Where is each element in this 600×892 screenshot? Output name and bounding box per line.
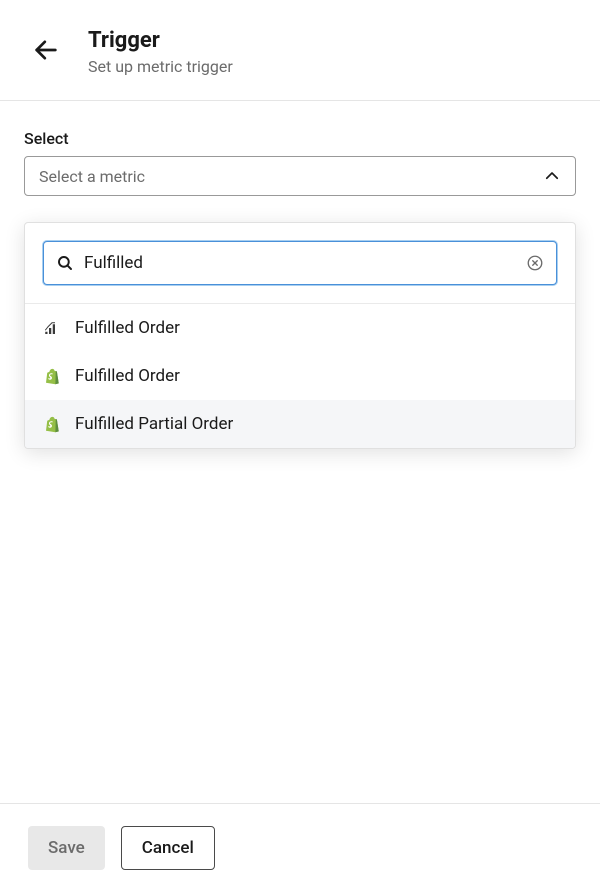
page-subtitle: Set up metric trigger xyxy=(88,57,233,76)
search-icon xyxy=(56,254,74,272)
select-placeholder: Select a metric xyxy=(39,167,145,186)
search-box[interactable] xyxy=(43,241,557,285)
select-label: Select xyxy=(24,129,576,148)
page-title: Trigger xyxy=(88,28,233,53)
option-label: Fulfilled Order xyxy=(75,366,180,386)
option-label: Fulfilled Order xyxy=(75,318,180,338)
cancel-button[interactable]: Cancel xyxy=(121,826,215,870)
page-header: Trigger Set up metric trigger xyxy=(0,0,600,100)
search-input[interactable] xyxy=(84,253,516,273)
arrow-left-icon xyxy=(32,36,60,64)
search-wrap xyxy=(25,223,575,303)
metric-icon xyxy=(43,319,61,337)
content-area: Select Select a metric xyxy=(0,101,600,196)
back-button[interactable] xyxy=(32,36,60,64)
option-label: Fulfilled Partial Order xyxy=(75,414,233,434)
metric-dropdown: Fulfilled Order Fulfilled Order Fulfille… xyxy=(24,222,576,449)
header-text: Trigger Set up metric trigger xyxy=(88,28,233,76)
metric-option[interactable]: Fulfilled Order xyxy=(25,352,575,400)
metric-select[interactable]: Select a metric xyxy=(24,156,576,196)
shopify-icon xyxy=(43,415,61,433)
clear-icon[interactable] xyxy=(526,254,544,272)
footer: Save Cancel xyxy=(0,803,600,892)
metric-option[interactable]: Fulfilled Partial Order xyxy=(25,400,575,448)
save-button[interactable]: Save xyxy=(28,826,105,870)
metric-option[interactable]: Fulfilled Order xyxy=(25,304,575,352)
chevron-up-icon xyxy=(543,167,561,185)
shopify-icon xyxy=(43,367,61,385)
